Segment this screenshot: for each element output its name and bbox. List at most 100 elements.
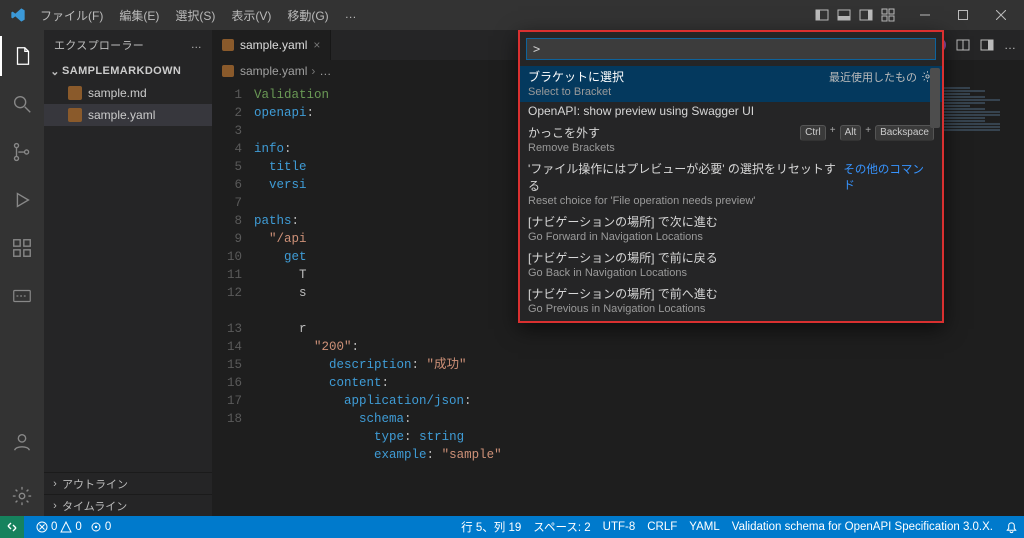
extensions-icon[interactable] xyxy=(0,228,44,268)
palette-recent-label: 最近使用したもの xyxy=(829,69,917,85)
command-palette-item[interactable]: [ナビゲーションの場所] で前に戻るGo Back in Navigation … xyxy=(520,247,942,283)
file-icon xyxy=(222,39,234,51)
tab-more-icon[interactable]: … xyxy=(1004,38,1016,52)
command-palette-item[interactable]: ブラケットに選択 最近使用したものSelect to Bracket xyxy=(520,66,942,102)
minimize-button[interactable] xyxy=(906,0,944,30)
encoding[interactable]: UTF-8 xyxy=(603,521,636,533)
palette-item-label: OpenAPI: show preview using Swagger UI xyxy=(528,104,754,118)
menu-file[interactable]: ファイル(F) xyxy=(32,3,111,28)
close-window-button[interactable] xyxy=(982,0,1020,30)
line-gutter: 123456789101112131415161718 xyxy=(212,82,254,516)
scrollbar[interactable] xyxy=(930,68,940,128)
vscode-logo-icon xyxy=(10,7,26,23)
remote-indicator[interactable] xyxy=(0,516,24,538)
error-count: 0 xyxy=(51,521,57,533)
close-icon[interactable]: × xyxy=(313,38,320,52)
timeline-label: タイムライン xyxy=(62,498,127,514)
cursor-position[interactable]: 行 5、列 19 xyxy=(461,519,521,535)
palette-item-sublabel: Remove Brackets xyxy=(528,142,934,154)
palette-item-sublabel: Go Forward in Navigation Locations xyxy=(528,231,934,243)
api-icon[interactable] xyxy=(0,276,44,316)
eol[interactable]: CRLF xyxy=(647,521,677,533)
sidebar-more-icon[interactable]: … xyxy=(191,39,202,51)
menubar: ファイル(F) 編集(E) 選択(S) 表示(V) 移動(G) … xyxy=(32,3,365,28)
command-palette-item[interactable]: [ナビゲーションの場所] で次に進むGo Forward in Navigati… xyxy=(520,211,942,247)
menu-more[interactable]: … xyxy=(337,3,365,28)
language-mode[interactable]: YAML xyxy=(689,521,719,533)
command-palette-item[interactable]: [ナビゲーションの場所] で前へ進むGo Previous in Navigat… xyxy=(520,283,942,319)
open-preview-icon[interactable] xyxy=(980,38,994,52)
menu-edit[interactable]: 編集(E) xyxy=(111,3,167,28)
ports-count: 0 xyxy=(105,521,111,533)
palette-item-sublabel: Select to Bracket xyxy=(528,86,934,98)
outline-section[interactable]: › アウトライン xyxy=(44,472,212,494)
activity-bar xyxy=(0,30,44,516)
window-controls xyxy=(906,0,1020,30)
split-editor-icon[interactable] xyxy=(956,38,970,52)
breadcrumb-more: … xyxy=(319,64,331,78)
tab-label: sample.yaml xyxy=(240,38,307,52)
toggle-panel-icon[interactable] xyxy=(836,7,852,23)
command-palette-item[interactable]: 'ファイル操作にはプレビューが必要' の選択をリセットするその他のコマンドRes… xyxy=(520,158,942,211)
sidebar-header: エクスプローラー … xyxy=(44,30,212,60)
command-palette: ブラケットに選択 最近使用したものSelect to Bracket OpenAPI… xyxy=(518,30,944,323)
keyboard-shortcut: Ctrl+Alt+Backspace xyxy=(800,125,934,141)
ports-button[interactable]: 0 xyxy=(90,521,111,533)
layout-controls xyxy=(814,7,896,23)
editor-tab[interactable]: sample.yaml × xyxy=(212,30,331,60)
file-name: sample.md xyxy=(88,86,147,100)
palette-item-sublabel: Go Back in Navigation Locations xyxy=(528,267,934,279)
chevron-down-icon: ⌄ xyxy=(50,65,60,78)
source-control-icon[interactable] xyxy=(0,132,44,172)
palette-category-label: その他のコマンド xyxy=(843,161,934,193)
schema-status[interactable]: Validation schema for OpenAPI Specificat… xyxy=(732,521,993,533)
breadcrumb-file: sample.yaml xyxy=(240,64,307,78)
accounts-icon[interactable] xyxy=(0,422,44,462)
timeline-section[interactable]: › タイムライン xyxy=(44,494,212,516)
status-bar: 0 0 0 行 5、列 19 スペース: 2 UTF-8 CRLF YAML V… xyxy=(0,516,1024,538)
run-debug-icon[interactable] xyxy=(0,180,44,220)
palette-item-label: [ナビゲーションの場所] で次に進む xyxy=(528,213,718,230)
file-tree-item[interactable]: sample.yaml xyxy=(44,104,212,126)
tab-actions: ◦ … xyxy=(932,30,1024,60)
palette-item-label: [ナビゲーションの場所] で前に戻る xyxy=(528,249,718,266)
warning-count: 0 xyxy=(75,521,81,533)
notifications-icon[interactable] xyxy=(1005,521,1018,534)
command-palette-item[interactable]: かっこを外す Ctrl+Alt+BackspaceRemove Brackets xyxy=(520,122,942,158)
menu-view[interactable]: 表示(V) xyxy=(223,3,279,28)
editor-area: sample.yaml × ◦ … sample.yaml › … 123456… xyxy=(212,30,1024,516)
search-icon[interactable] xyxy=(0,84,44,124)
outline-label: アウトライン xyxy=(62,476,128,492)
menu-select[interactable]: 選択(S) xyxy=(167,3,223,28)
command-palette-input[interactable] xyxy=(526,38,936,60)
customize-layout-icon[interactable] xyxy=(880,7,896,23)
palette-item-sublabel: Go Previous in Navigation Locations xyxy=(528,303,934,315)
chevron-right-icon: › xyxy=(50,500,60,512)
settings-gear-icon[interactable] xyxy=(0,476,44,516)
palette-item-label: ブラケットに選択 xyxy=(528,68,624,85)
file-name: sample.yaml xyxy=(88,108,155,122)
indentation[interactable]: スペース: 2 xyxy=(533,519,590,535)
file-icon xyxy=(222,65,234,77)
file-icon xyxy=(68,86,82,100)
command-palette-item[interactable]: OpenAPI: show preview using Swagger UI xyxy=(520,102,942,122)
palette-item-label: [ナビゲーションの場所] で前へ進む xyxy=(528,285,718,302)
main-area: エクスプローラー … ⌄ SAMPLEMARKDOWN sample.md sa… xyxy=(0,30,1024,516)
palette-item-label: かっこを外す xyxy=(528,124,600,141)
sidebar: エクスプローラー … ⌄ SAMPLEMARKDOWN sample.md sa… xyxy=(44,30,212,516)
chevron-right-icon: › xyxy=(50,478,60,490)
file-tree-item[interactable]: sample.md xyxy=(44,82,212,104)
titlebar: ファイル(F) 編集(E) 選択(S) 表示(V) 移動(G) … xyxy=(0,0,1024,30)
menu-go[interactable]: 移動(G) xyxy=(279,3,336,28)
folder-section[interactable]: ⌄ SAMPLEMARKDOWN xyxy=(44,60,212,82)
explorer-icon[interactable] xyxy=(0,36,44,76)
toggle-primary-sidebar-icon[interactable] xyxy=(814,7,830,23)
problems-button[interactable]: 0 0 xyxy=(36,521,82,533)
sidebar-title: エクスプローラー xyxy=(54,37,144,53)
maximize-button[interactable] xyxy=(944,0,982,30)
chevron-right-icon: › xyxy=(311,64,315,78)
palette-item-label: 'ファイル操作にはプレビューが必要' の選択をリセットする xyxy=(528,160,843,194)
file-icon xyxy=(68,108,82,122)
folder-name: SAMPLEMARKDOWN xyxy=(62,65,181,77)
toggle-secondary-sidebar-icon[interactable] xyxy=(858,7,874,23)
